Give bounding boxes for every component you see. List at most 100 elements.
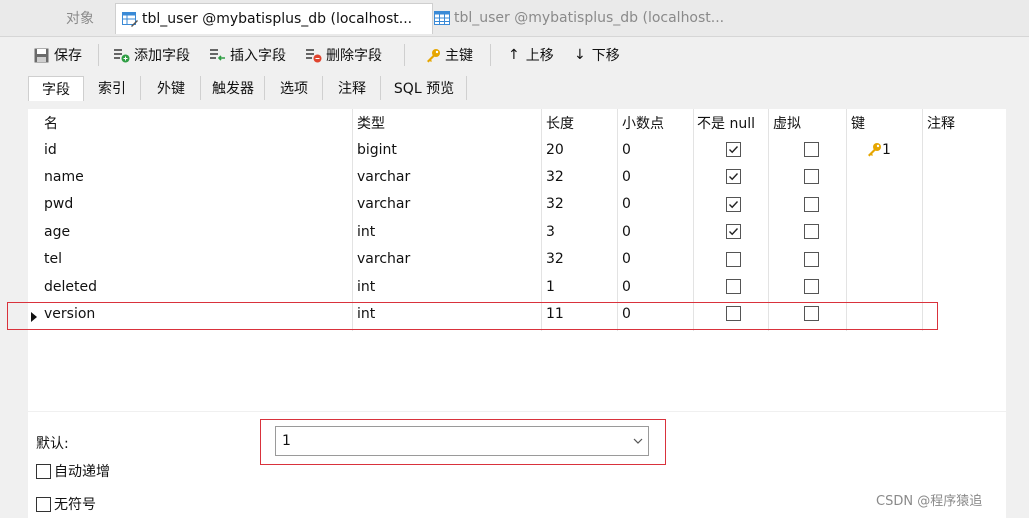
virtual-checkbox[interactable] [804,251,819,267]
primary-key-button[interactable]: 主键 [425,44,473,66]
column-header-virtual[interactable]: 虚拟 [773,109,801,136]
field-decimals-cell[interactable]: 0 [622,163,631,190]
column-header-type[interactable]: 类型 [357,109,385,136]
tab-indexes[interactable]: 索引 [84,76,141,100]
unsigned-box [36,496,51,512]
not-null-checkbox[interactable] [726,169,741,185]
save-button[interactable]: 保存 [34,44,82,66]
field-decimals-cell[interactable]: 0 [622,246,631,273]
field-name-cell[interactable]: name [44,163,84,190]
save-icon [34,48,50,63]
field-type-cell[interactable]: varchar [357,191,410,218]
move-down-button[interactable]: ↓ 下移 [574,44,620,66]
column-header-name[interactable]: 名 [44,109,58,136]
add-field-icon [114,48,130,63]
auto-increment-box [36,463,51,479]
tab-tbl-user-design-label: tbl_user @mybatisplus_db (localhost... [142,11,413,27]
toolbar-divider [98,44,99,66]
field-name-cell[interactable]: deleted [44,273,97,300]
virtual-checkbox[interactable] [804,142,819,157]
watermark: CSDN @程序猿追 [876,494,983,509]
delete-field-label: 删除字段 [326,48,382,64]
table-icon [434,10,450,26]
virtual-checkbox[interactable] [804,169,819,185]
table-row[interactable]: pwd varchar 32 0 [28,191,1006,218]
tab-indexes-label: 索引 [98,81,126,97]
column-header-comment[interactable]: 注释 [927,109,955,136]
move-down-label: 下移 [591,48,620,64]
column-header-comment-label: 注释 [927,115,955,132]
field-length-cell[interactable]: 32 [546,163,564,190]
tab-fields-label: 字段 [42,82,70,98]
field-decimals-cell[interactable]: 0 [622,136,631,163]
field-type-cell[interactable]: varchar [357,246,410,273]
not-null-checkbox[interactable] [726,251,741,267]
field-decimals-cell[interactable]: 0 [622,218,631,245]
virtual-checkbox[interactable] [804,196,819,212]
add-field-label: 添加字段 [134,48,190,64]
field-name-cell[interactable]: pwd [44,191,73,218]
tab-objects-label: 对象 [66,11,94,27]
field-type-cell[interactable]: varchar [357,163,410,190]
tab-foreign-keys-label: 外键 [157,81,185,97]
field-decimals-cell[interactable]: 0 [622,273,631,300]
tab-triggers[interactable]: 触发器 [202,76,265,100]
primary-key-label: 主键 [445,48,473,64]
toolbar-divider [404,44,405,66]
key-icon [425,48,441,63]
column-header-type-label: 类型 [357,115,385,132]
field-type-cell[interactable]: int [357,218,375,245]
column-header-not-null[interactable]: 不是 null [697,109,755,136]
field-length-cell[interactable]: 1 [546,273,555,300]
column-header-decimals[interactable]: 小数点 [622,109,664,136]
not-null-checkbox[interactable] [726,279,741,294]
move-up-button[interactable]: ↑ 上移 [508,44,554,66]
field-name-cell[interactable]: id [44,136,57,163]
toolbar-divider [490,44,491,66]
add-field-button[interactable]: 添加字段 [114,44,190,66]
not-null-checkbox[interactable] [726,196,741,212]
column-header-decimals-label: 小数点 [622,115,664,132]
field-type-cell[interactable]: bigint [357,136,397,163]
tab-options[interactable]: 选项 [266,76,323,100]
table-row[interactable]: id bigint 20 0 1 [28,136,1006,163]
field-length-cell[interactable]: 20 [546,136,564,163]
tab-sql-preview[interactable]: SQL 预览 [382,76,467,100]
not-null-checkbox[interactable] [726,224,741,240]
move-up-label: 上移 [525,48,554,64]
table-row[interactable]: name varchar 32 0 [28,163,1006,190]
field-length-cell[interactable]: 32 [546,191,564,218]
field-type-cell[interactable]: int [357,273,375,300]
tab-triggers-label: 触发器 [212,81,254,97]
tab-foreign-keys[interactable]: 外键 [142,76,201,100]
tab-tbl-user-data[interactable]: tbl_user @mybatisplus_db (localhost... [430,3,754,33]
field-name-cell[interactable]: age [44,218,70,245]
field-length-cell[interactable]: 32 [546,246,564,273]
not-null-checkbox[interactable] [726,142,741,157]
table-row[interactable]: age int 3 0 [28,218,1006,245]
column-header-not-null-label: 不是 null [697,115,755,132]
tab-comment[interactable]: 注释 [324,76,381,100]
unsigned-checkbox[interactable]: 无符号 [36,494,96,514]
key-icon [866,142,882,157]
delete-field-button[interactable]: 删除字段 [306,44,382,66]
field-length-cell[interactable]: 3 [546,218,555,245]
tab-sql-preview-label: SQL 预览 [393,81,455,97]
virtual-checkbox[interactable] [804,224,819,240]
column-header-length[interactable]: 长度 [546,109,574,136]
save-label: 保存 [54,48,82,64]
auto-increment-checkbox[interactable]: 自动递增 [36,461,110,481]
field-decimals-cell[interactable]: 0 [622,191,631,218]
tab-objects[interactable]: 对象 [50,3,110,33]
tab-tbl-user-design[interactable]: tbl_user @mybatisplus_db (localhost... [115,3,433,34]
table-row[interactable]: tel varchar 32 0 [28,246,1006,273]
default-value-highlight [260,419,666,465]
table-design-icon [122,11,138,27]
tab-fields[interactable]: 字段 [28,76,84,101]
field-name-cell[interactable]: tel [44,246,62,273]
column-header-virtual-label: 虚拟 [773,115,801,132]
column-header-key[interactable]: 键 [851,109,865,136]
insert-field-button[interactable]: 插入字段 [210,44,286,66]
virtual-checkbox[interactable] [804,279,819,294]
table-row[interactable]: deleted int 1 0 [28,273,1006,300]
